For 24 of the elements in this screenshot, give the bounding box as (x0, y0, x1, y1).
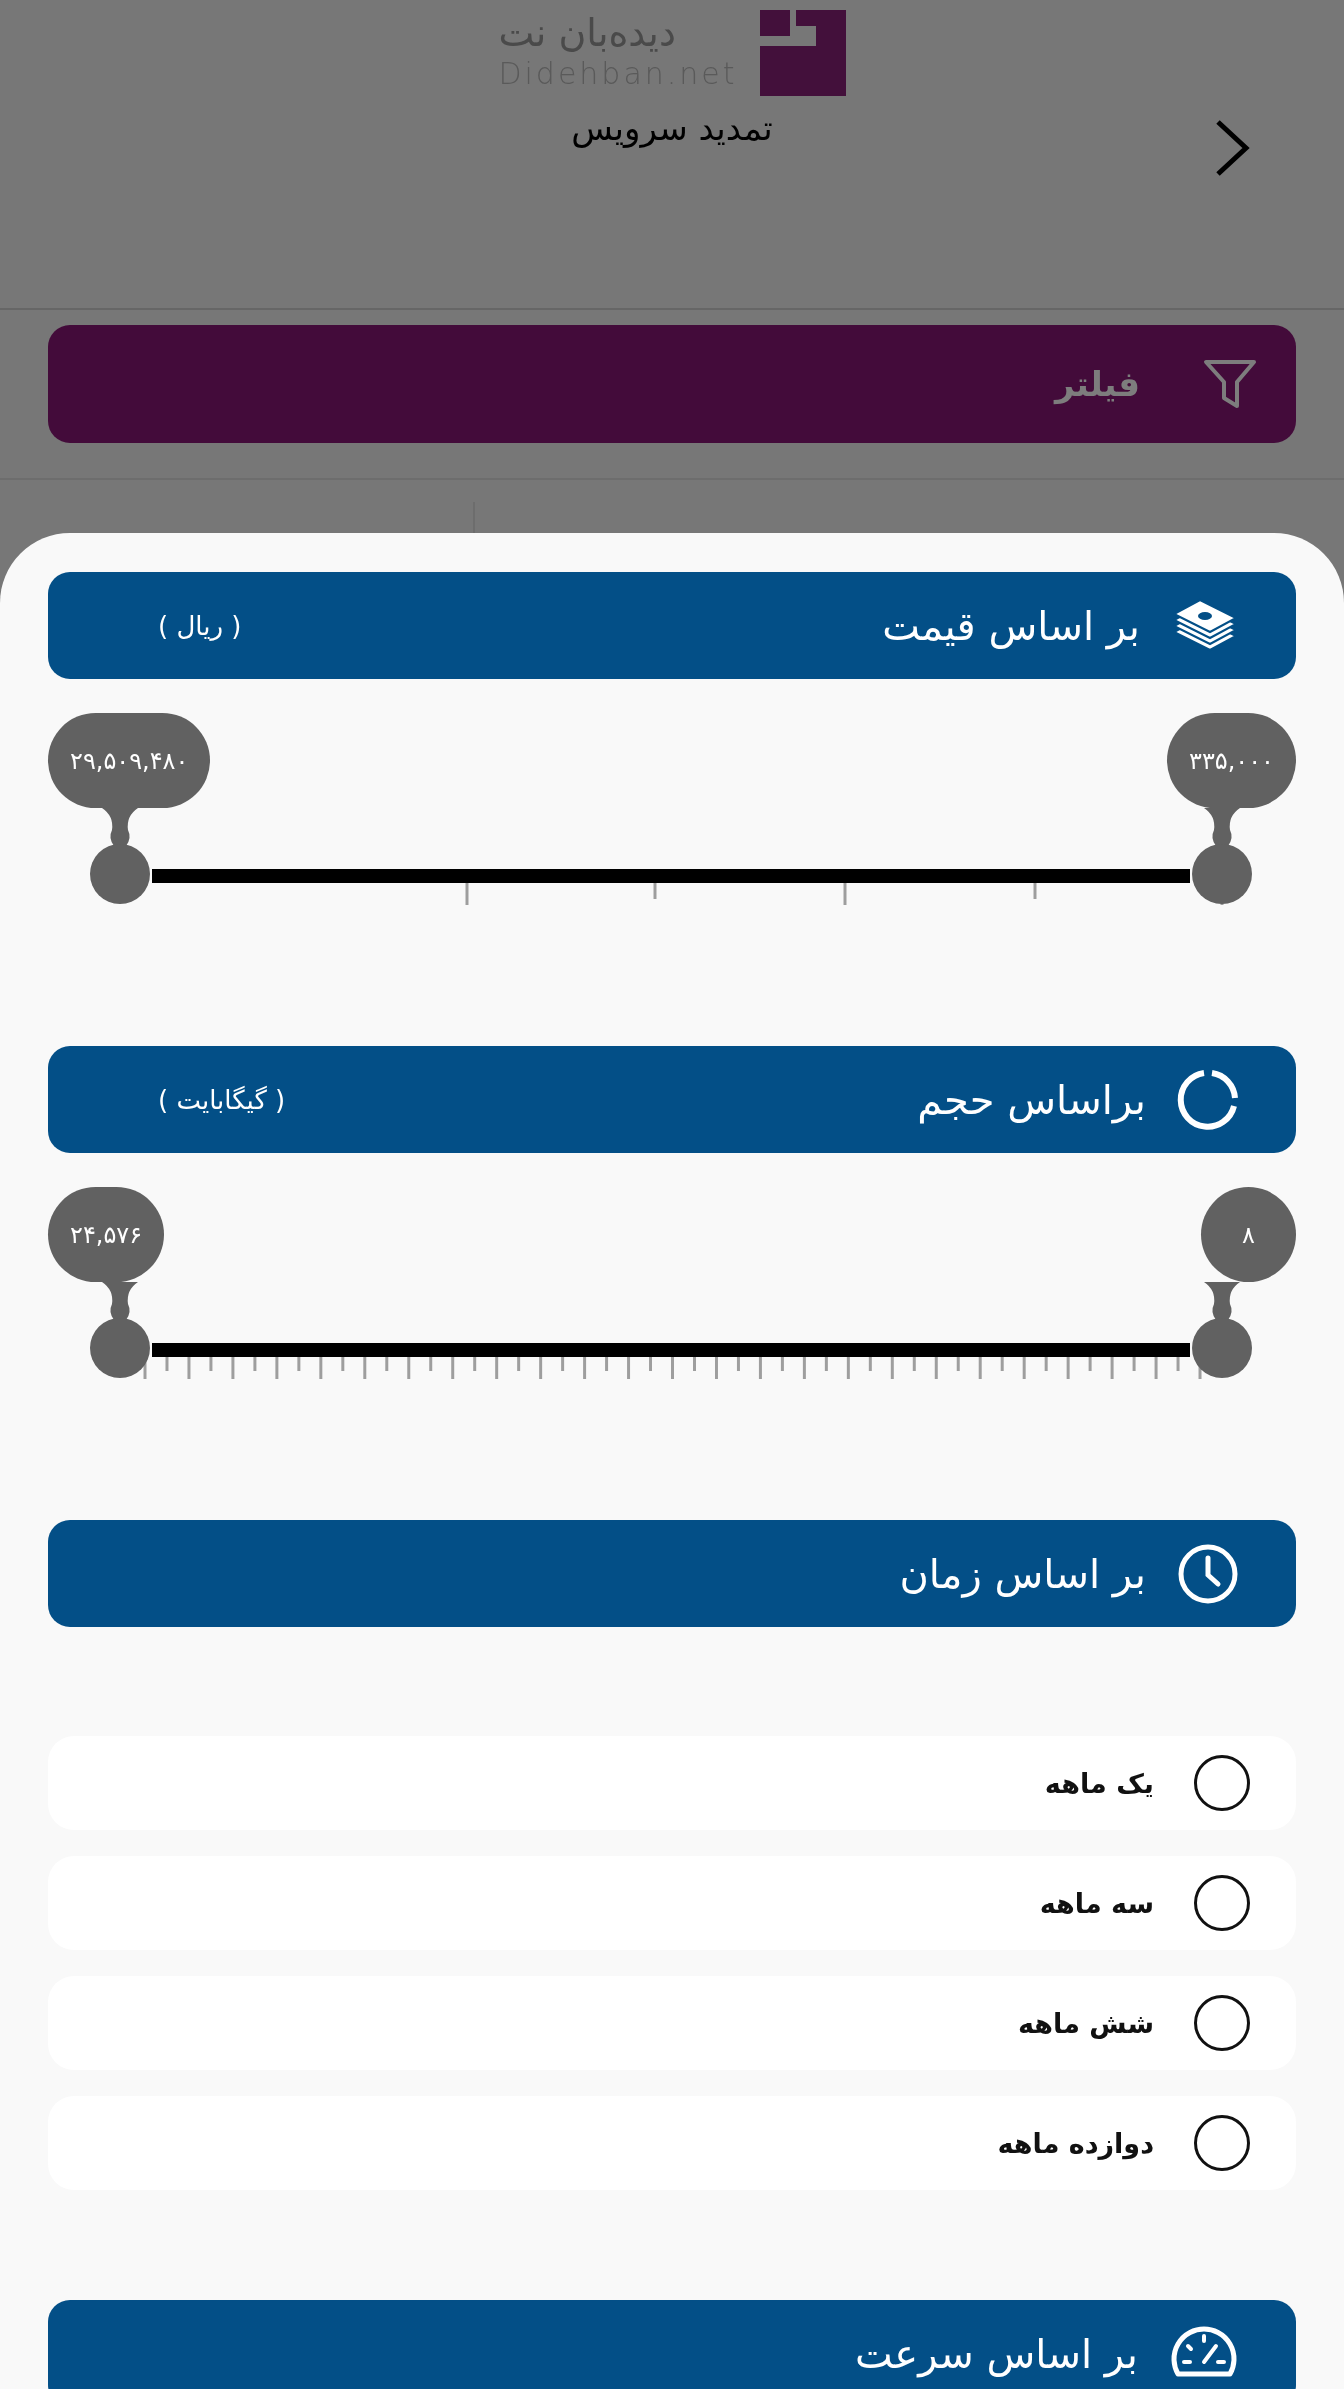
radio-button[interactable] (1194, 1755, 1250, 1811)
section-header: براساس حجم ( گیگابایت ) (48, 1046, 1296, 1153)
value-bubble: ۳۳۵,۰۰۰ (1167, 713, 1296, 808)
logo-icon (759, 10, 846, 96)
radio-option[interactable]: شش ماهه (48, 1976, 1296, 2070)
ring-icon (1176, 1067, 1240, 1132)
section-header: بر اساس زمان (48, 1520, 1296, 1627)
value-bubble: ۲۴,۵۷۶ (48, 1187, 165, 1282)
radio-option[interactable]: سه ماهه (48, 1856, 1296, 1950)
filter-bar[interactable]: فیلتر (48, 325, 1296, 443)
unit-label: ( گیگابایت ) (158, 1084, 286, 1115)
range-slider-track[interactable] (152, 1343, 1190, 1357)
section-header: بر اساس سرعت (48, 2300, 1296, 2389)
value-bubble: ۲۹,۵۰۹,۴۸۰ (48, 713, 211, 808)
value-bubble: ۸ (1201, 1187, 1296, 1282)
radio-button[interactable] (1194, 1995, 1250, 2051)
radio-option[interactable]: یک ماهه (48, 1736, 1296, 1830)
page-title: تمدید سرویس (571, 108, 773, 148)
radio-button[interactable] (1194, 1875, 1250, 1931)
radio-button[interactable] (1194, 2115, 1250, 2171)
section-header: بر اساس قیمت ( ریال ) (48, 572, 1296, 679)
radio-option[interactable]: دوازده ماهه (48, 2096, 1296, 2190)
unit-label: ( ریال ) (158, 610, 242, 641)
range-slider-track[interactable] (152, 869, 1190, 883)
